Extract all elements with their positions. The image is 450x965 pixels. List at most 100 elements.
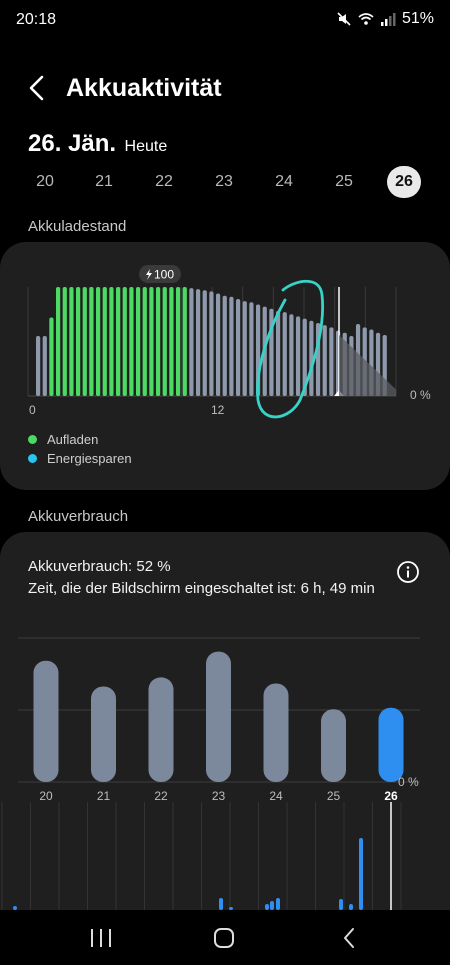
day-item[interactable]: 21 xyxy=(87,166,121,198)
battery-bar xyxy=(309,320,314,396)
x-tick-label: 26 xyxy=(384,789,398,803)
battery-bar xyxy=(149,287,154,396)
battery-bar xyxy=(189,288,194,396)
battery-bar xyxy=(169,287,174,396)
daily-usage-bar xyxy=(321,709,346,782)
battery-bar xyxy=(155,287,161,396)
battery-level-card: 100 0 12 0 % Aufladen Energiesparen xyxy=(0,242,450,490)
back-chevron-icon[interactable] xyxy=(22,72,52,104)
day-item[interactable]: 25 xyxy=(327,166,361,198)
battery-bar xyxy=(275,310,281,396)
battery-bar xyxy=(329,327,334,396)
x-tick-label: 12 xyxy=(211,403,225,417)
battery-bar xyxy=(175,287,181,396)
wifi-icon xyxy=(358,13,374,25)
battery-bar xyxy=(62,287,67,396)
day-item[interactable]: 20 xyxy=(28,166,62,198)
daily-usage-bar xyxy=(263,683,289,782)
battery-bar xyxy=(95,287,101,396)
battery-bar xyxy=(222,295,227,396)
x-tick-label: 25 xyxy=(327,789,341,803)
back-icon[interactable] xyxy=(335,926,365,950)
peak-marker: 100 xyxy=(139,265,181,283)
hourly-usage-bar xyxy=(219,898,223,910)
battery-bar xyxy=(122,287,127,396)
hourly-usage-bar xyxy=(276,898,280,910)
battery-bar xyxy=(135,287,141,396)
battery-bar xyxy=(42,336,47,396)
battery-bar xyxy=(242,301,247,396)
battery-bar xyxy=(109,287,114,396)
y-axis-label: 0 % xyxy=(410,388,431,402)
battery-percent: 51% xyxy=(401,10,434,27)
battery-level-chart: 100 0 12 0 % xyxy=(27,265,431,419)
peak-label: 100 xyxy=(154,268,174,282)
x-tick-label: 23 xyxy=(212,789,226,803)
x-tick-label: 21 xyxy=(97,789,111,803)
x-tick-label: 22 xyxy=(154,789,168,803)
date-sublabel: Heute xyxy=(124,138,168,155)
battery-bar xyxy=(289,314,294,396)
date-header: 26. Jän. Heute xyxy=(28,130,167,158)
day-selector: 20 21 22 23 24 25 26 xyxy=(0,166,450,200)
day-item-selected[interactable]: 26 xyxy=(387,166,421,198)
legend-label: Energiesparen xyxy=(47,451,132,466)
x-tick-label: 24 xyxy=(269,789,283,803)
battery-bar xyxy=(235,298,241,396)
battery-bar xyxy=(115,287,121,396)
battery-bar xyxy=(55,287,61,396)
battery-bar xyxy=(229,296,234,396)
battery-bar xyxy=(162,287,167,396)
battery-bar xyxy=(295,316,301,396)
battery-bar xyxy=(102,287,107,396)
date-label: 26. Jän. xyxy=(28,130,117,157)
battery-bar xyxy=(209,291,214,396)
battery-bar xyxy=(75,287,81,396)
home-icon[interactable] xyxy=(209,926,239,950)
daily-usage-bar xyxy=(378,707,404,782)
battery-bar xyxy=(36,336,41,396)
status-time: 20:18 xyxy=(16,11,57,28)
battery-bar xyxy=(322,325,327,396)
usage-summary: Akkuverbrauch: 52 % xyxy=(28,558,171,575)
battery-bar xyxy=(202,290,207,396)
battery-bar xyxy=(182,287,187,396)
hourly-usage-bar xyxy=(339,899,343,910)
battery-bar xyxy=(142,287,147,396)
day-item[interactable]: 23 xyxy=(207,166,241,198)
daily-usage-bar xyxy=(91,686,116,782)
day-item[interactable]: 24 xyxy=(267,166,301,198)
navigation-bar xyxy=(0,910,450,965)
hourly-usage-bar xyxy=(270,901,274,910)
day-item[interactable]: 22 xyxy=(147,166,181,198)
x-tick-label: 20 xyxy=(39,789,53,803)
battery-bar xyxy=(282,312,287,396)
section-title-battery-level: Akkuladestand xyxy=(28,218,127,235)
status-icons: 51% xyxy=(336,10,434,28)
y-axis-label: 0 % xyxy=(398,775,419,789)
battery-bar xyxy=(195,289,201,396)
hourly-usage-bar xyxy=(359,838,363,910)
status-bar: 20:18 51% xyxy=(0,0,450,40)
recents-icon[interactable] xyxy=(86,926,116,950)
screen-on-time: Zeit, die der Bildschirm eingeschaltet i… xyxy=(28,580,375,597)
legend-label: Aufladen xyxy=(47,432,99,447)
legend-item-power-saving: Energiesparen xyxy=(28,451,132,466)
info-icon[interactable] xyxy=(396,560,420,584)
battery-bar xyxy=(129,287,134,396)
battery-bar xyxy=(249,302,254,396)
battery-bar xyxy=(69,287,74,396)
daily-usage-bar xyxy=(206,651,231,782)
x-tick-label: 0 xyxy=(29,403,36,417)
signal-icon xyxy=(380,13,396,26)
battery-bar xyxy=(215,293,221,396)
app-bar: Akkuaktivität xyxy=(0,62,450,114)
projected-usage-area xyxy=(339,334,396,396)
battery-bar xyxy=(82,287,87,396)
daily-usage-bar xyxy=(148,677,174,782)
mute-icon xyxy=(337,12,351,26)
legend-dot xyxy=(28,435,37,444)
daily-usage-bar xyxy=(33,660,59,782)
battery-bar xyxy=(49,317,54,396)
legend-item-charging: Aufladen xyxy=(28,432,98,447)
